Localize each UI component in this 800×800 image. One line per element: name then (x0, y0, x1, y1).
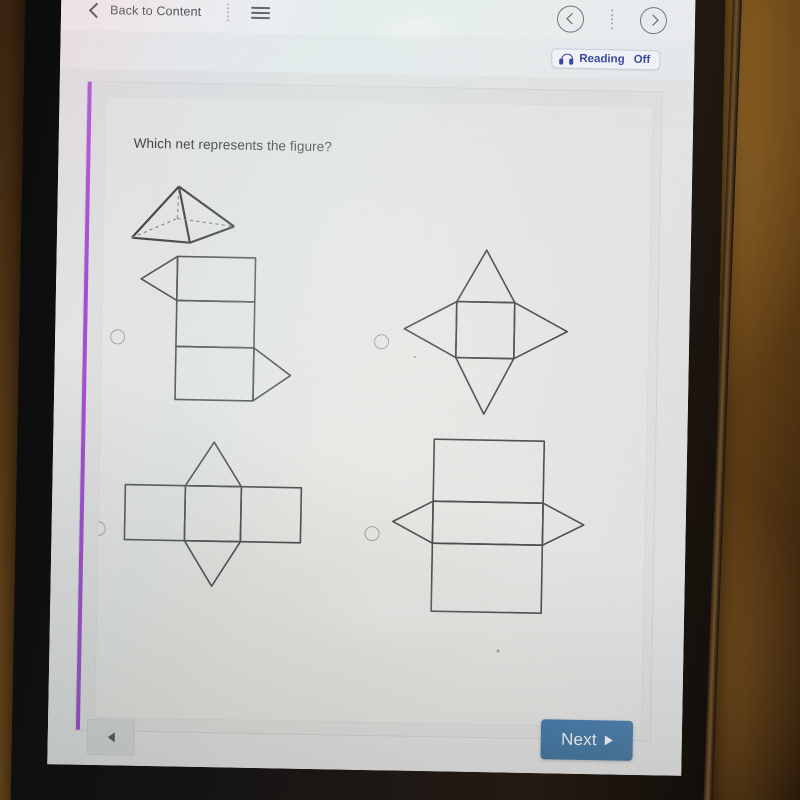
net-diagram-a (132, 246, 335, 430)
hamburger-menu-icon[interactable] (251, 6, 271, 20)
radio-option-c[interactable] (94, 520, 106, 537)
nav-pagination-controls (556, 4, 668, 34)
net-diagram-b (392, 242, 615, 436)
nav-vertical-dots-handle-icon[interactable] (610, 9, 614, 30)
vertical-dots-handle-icon[interactable] (227, 2, 230, 22)
net-diagram-d (385, 432, 619, 631)
dot (610, 27, 613, 30)
radio-option-d[interactable] (364, 525, 380, 542)
reading-label: Reading (579, 52, 625, 66)
answer-option-c[interactable] (94, 437, 373, 622)
dot (227, 2, 230, 6)
dot (610, 18, 614, 21)
tablet-screen: Back to Content Reading Off Which net re… (47, 0, 696, 776)
triangle-right-icon (604, 735, 613, 746)
accent-bar (75, 81, 92, 730)
circle-chevron-right-icon[interactable] (639, 6, 668, 34)
screen-dust-speck (413, 355, 416, 358)
chevron-left-icon (88, 2, 105, 18)
previous-button[interactable] (86, 718, 136, 756)
tablet-side-edge (702, 0, 743, 800)
content-area: Which net represents the figure? Next (47, 68, 694, 776)
dot (611, 9, 614, 12)
dot (227, 19, 230, 22)
circle-chevron-left-icon[interactable] (556, 4, 585, 33)
question-footer-bar: Next (74, 718, 649, 774)
back-to-content-button[interactable]: Back to Content (88, 2, 202, 19)
dot (610, 22, 613, 25)
next-button[interactable]: Next (540, 719, 634, 761)
radio-option-b[interactable] (373, 334, 390, 350)
screen-dust-speck (496, 649, 500, 653)
question-panel: Which net represents the figure? (94, 96, 654, 729)
back-to-content-label: Back to Content (109, 3, 202, 19)
headphone-ear-right (569, 58, 573, 65)
question-prompt: Which net represents the figure? (133, 135, 333, 155)
question-card: Which net represents the figure? (74, 80, 663, 742)
answer-option-b[interactable] (362, 242, 646, 447)
dot (227, 15, 230, 18)
hamburger-line (251, 11, 271, 15)
tablet-device-body: Back to Content Reading Off Which net re… (10, 0, 743, 800)
reading-state-value: Off (633, 53, 651, 67)
hamburger-line (251, 6, 271, 9)
radio-option-a[interactable] (109, 329, 126, 345)
photo-of-tablet: Back to Content Reading Off Which net re… (0, 0, 800, 800)
headphones-icon (559, 52, 574, 65)
chevron-right-glyph (646, 14, 659, 26)
net-diagram-c (113, 437, 336, 611)
reading-toggle-button[interactable]: Reading Off (551, 48, 661, 71)
dot (227, 7, 230, 10)
headphone-ear-left (559, 57, 564, 65)
hamburger-line (251, 17, 271, 20)
dot (227, 11, 230, 14)
triangle-left-icon (107, 732, 115, 743)
chevron-left-glyph (565, 13, 578, 25)
dot (611, 13, 614, 17)
answer-option-d[interactable] (355, 432, 644, 637)
answer-option-a[interactable] (100, 245, 376, 440)
next-button-label: Next (560, 729, 597, 750)
